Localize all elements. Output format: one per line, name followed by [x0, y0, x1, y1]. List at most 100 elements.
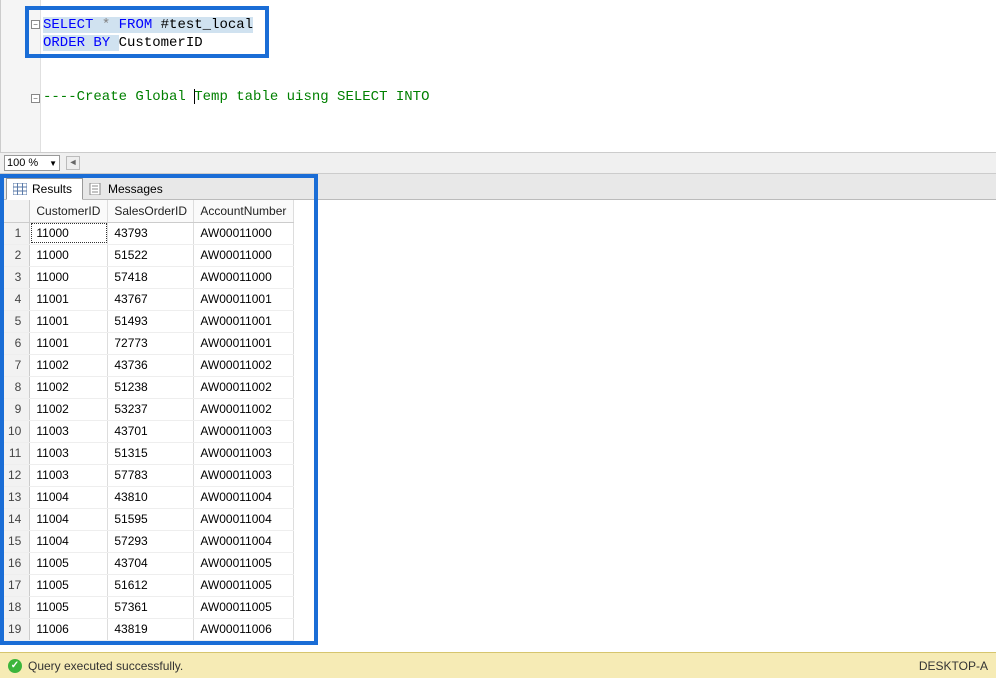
table-cell[interactable]: 11004	[30, 530, 108, 552]
table-cell[interactable]: 11002	[30, 398, 108, 420]
table-cell[interactable]: 11003	[30, 420, 108, 442]
results-grid[interactable]: CustomerID SalesOrderID AccountNumber 11…	[0, 200, 996, 641]
table-cell[interactable]: AW00011001	[194, 332, 294, 354]
sql-editor[interactable]: − − SELECT * FROM #test_local ORDER BY C…	[0, 0, 996, 152]
table-cell[interactable]: 11000	[30, 222, 108, 244]
table-cell[interactable]: 51493	[108, 310, 194, 332]
table-cell[interactable]: 11003	[30, 464, 108, 486]
tab-messages[interactable]: Messages	[83, 179, 173, 199]
table-cell[interactable]: 11005	[30, 596, 108, 618]
table-cell[interactable]: 11001	[30, 332, 108, 354]
table-row[interactable]: 61100172773AW00011001	[0, 332, 294, 354]
table-cell[interactable]: 57418	[108, 266, 194, 288]
zoom-select[interactable]: 100 % ▼	[4, 155, 60, 171]
row-number[interactable]: 14	[0, 508, 30, 530]
table-cell[interactable]: 11000	[30, 266, 108, 288]
table-cell[interactable]: 57783	[108, 464, 194, 486]
table-cell[interactable]: AW00011004	[194, 530, 294, 552]
table-cell[interactable]: 51315	[108, 442, 194, 464]
table-cell[interactable]: AW00011000	[194, 244, 294, 266]
column-header[interactable]: AccountNumber	[194, 200, 294, 222]
table-cell[interactable]: AW00011002	[194, 376, 294, 398]
table-cell[interactable]: 11005	[30, 552, 108, 574]
table-row[interactable]: 51100151493AW00011001	[0, 310, 294, 332]
table-cell[interactable]: 11001	[30, 310, 108, 332]
table-cell[interactable]: 51612	[108, 574, 194, 596]
table-cell[interactable]: AW00011003	[194, 420, 294, 442]
table-cell[interactable]: 11005	[30, 574, 108, 596]
row-number[interactable]: 13	[0, 486, 30, 508]
table-cell[interactable]: 43793	[108, 222, 194, 244]
table-cell[interactable]: AW00011003	[194, 442, 294, 464]
row-number[interactable]: 1	[0, 222, 30, 244]
table-cell[interactable]: 51595	[108, 508, 194, 530]
row-number[interactable]: 9	[0, 398, 30, 420]
row-number[interactable]: 12	[0, 464, 30, 486]
table-row[interactable]: 141100451595AW00011004	[0, 508, 294, 530]
table-row[interactable]: 191100643819AW00011006	[0, 618, 294, 640]
column-header[interactable]: CustomerID	[30, 200, 108, 222]
table-cell[interactable]: 57293	[108, 530, 194, 552]
table-row[interactable]: 161100543704AW00011005	[0, 552, 294, 574]
scroll-left-icon[interactable]: ◄	[66, 156, 80, 170]
table-cell[interactable]: 43736	[108, 354, 194, 376]
table-row[interactable]: 31100057418AW00011000	[0, 266, 294, 288]
table-cell[interactable]: 43819	[108, 618, 194, 640]
row-number[interactable]: 15	[0, 530, 30, 552]
table-row[interactable]: 11100043793AW00011000	[0, 222, 294, 244]
row-number[interactable]: 6	[0, 332, 30, 354]
table-row[interactable]: 81100251238AW00011002	[0, 376, 294, 398]
table-cell[interactable]: AW00011006	[194, 618, 294, 640]
table-row[interactable]: 131100443810AW00011004	[0, 486, 294, 508]
fold-marker-icon[interactable]: −	[31, 20, 40, 29]
table-cell[interactable]: 11002	[30, 354, 108, 376]
row-number[interactable]: 7	[0, 354, 30, 376]
row-number[interactable]: 19	[0, 618, 30, 640]
table-cell[interactable]: 51238	[108, 376, 194, 398]
table-cell[interactable]: 11002	[30, 376, 108, 398]
table-cell[interactable]: AW00011002	[194, 354, 294, 376]
table-cell[interactable]: 11006	[30, 618, 108, 640]
table-row[interactable]: 101100343701AW00011003	[0, 420, 294, 442]
table-row[interactable]: 151100457293AW00011004	[0, 530, 294, 552]
row-number[interactable]: 5	[0, 310, 30, 332]
table-row[interactable]: 111100351315AW00011003	[0, 442, 294, 464]
table-row[interactable]: 181100557361AW00011005	[0, 596, 294, 618]
table-cell[interactable]: AW00011003	[194, 464, 294, 486]
table-cell[interactable]: AW00011001	[194, 288, 294, 310]
table-cell[interactable]: 11003	[30, 442, 108, 464]
fold-marker-icon[interactable]: −	[31, 94, 40, 103]
row-number[interactable]: 8	[0, 376, 30, 398]
table-row[interactable]: 21100051522AW00011000	[0, 244, 294, 266]
table-cell[interactable]: 11001	[30, 288, 108, 310]
column-header[interactable]: SalesOrderID	[108, 200, 194, 222]
table-cell[interactable]: 53237	[108, 398, 194, 420]
row-number[interactable]: 4	[0, 288, 30, 310]
row-number[interactable]: 3	[0, 266, 30, 288]
table-cell[interactable]: 43810	[108, 486, 194, 508]
table-cell[interactable]: 11000	[30, 244, 108, 266]
table-cell[interactable]: AW00011001	[194, 310, 294, 332]
table-cell[interactable]: AW00011005	[194, 552, 294, 574]
table-row[interactable]: 171100551612AW00011005	[0, 574, 294, 596]
table-cell[interactable]: 72773	[108, 332, 194, 354]
table-cell[interactable]: 43701	[108, 420, 194, 442]
table-cell[interactable]: AW00011005	[194, 596, 294, 618]
row-number[interactable]: 2	[0, 244, 30, 266]
table-cell[interactable]: AW00011004	[194, 508, 294, 530]
table-cell[interactable]: 43704	[108, 552, 194, 574]
table-cell[interactable]: AW00011005	[194, 574, 294, 596]
row-number[interactable]: 11	[0, 442, 30, 464]
table-cell[interactable]: AW00011004	[194, 486, 294, 508]
table-cell[interactable]: AW00011002	[194, 398, 294, 420]
table-row[interactable]: 71100243736AW00011002	[0, 354, 294, 376]
table-cell[interactable]: 57361	[108, 596, 194, 618]
table-cell[interactable]: AW00011000	[194, 222, 294, 244]
code-text[interactable]: SELECT * FROM #test_local ORDER BY Custo…	[43, 16, 429, 106]
table-cell[interactable]: AW00011000	[194, 266, 294, 288]
table-row[interactable]: 121100357783AW00011003	[0, 464, 294, 486]
tab-results[interactable]: Results	[6, 178, 83, 200]
table-cell[interactable]: 11004	[30, 486, 108, 508]
row-number[interactable]: 17	[0, 574, 30, 596]
table-row[interactable]: 91100253237AW00011002	[0, 398, 294, 420]
